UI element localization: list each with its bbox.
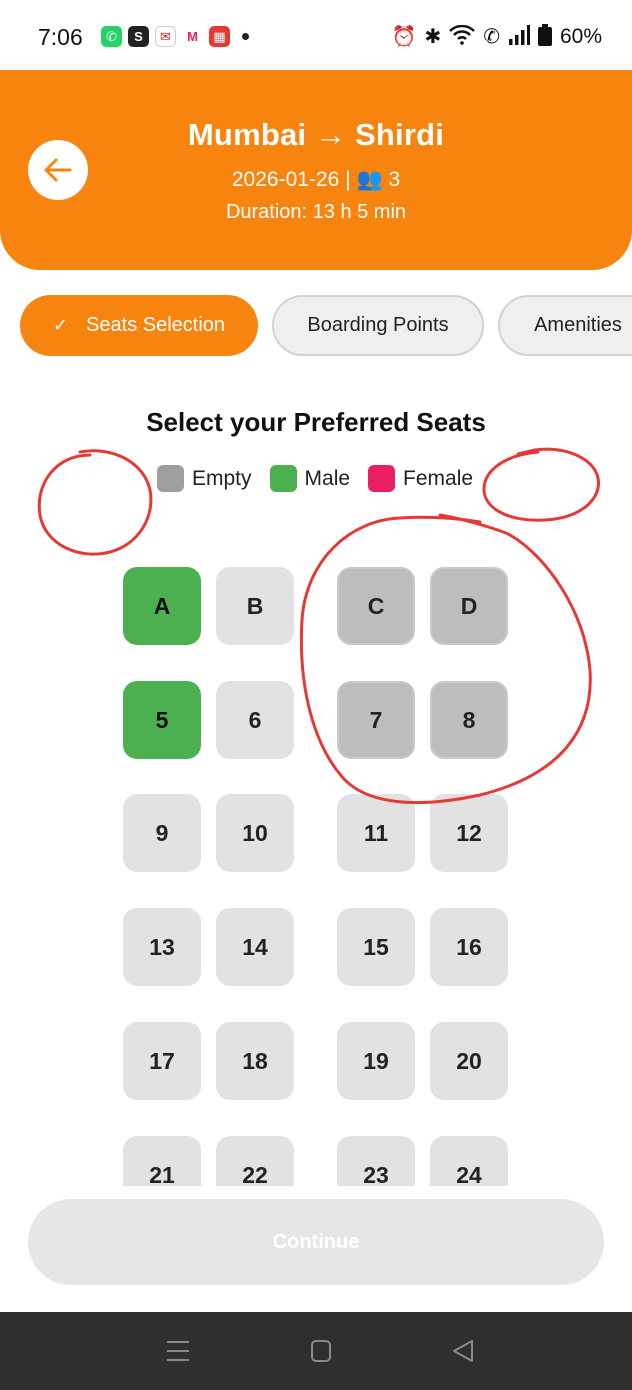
legend-label: Female — [403, 466, 474, 490]
wifi-icon — [449, 24, 476, 49]
s-app-icon: S — [128, 26, 149, 47]
route-title: Mumbai → Shirdi — [187, 117, 445, 152]
annotation-circle-right — [482, 447, 600, 522]
whatsapp-icon: ✆ — [101, 26, 122, 47]
seat[interactable]: B — [216, 567, 294, 645]
legend-item-male: Male — [269, 465, 351, 492]
step-tabs: ✓ Seats Selection Boarding Points Amenit… — [20, 295, 632, 356]
seat[interactable]: 22 — [216, 1136, 294, 1186]
seat[interactable]: 21 — [123, 1136, 201, 1186]
tab-label: Amenities — [534, 314, 622, 336]
seat[interactable]: 13 — [123, 908, 201, 986]
tab-boarding-points[interactable]: Boarding Points — [272, 295, 484, 356]
more-notifications-icon — [242, 33, 249, 40]
tab-label: Seats Selection — [86, 314, 226, 336]
check-icon: ✓ — [52, 315, 69, 335]
trip-date: 2026-01-26 — [231, 168, 340, 191]
seat[interactable]: 23 — [337, 1136, 415, 1186]
recents-menu-icon[interactable] — [163, 1338, 193, 1364]
seat[interactable]: 19 — [337, 1022, 415, 1100]
passengers-icon: 👥 — [356, 168, 383, 191]
tab-label: Boarding Points — [307, 314, 449, 336]
status-bar: 7:06 ✆ S ✉ M ▦ ⏰ ✱ ✆ 60% — [0, 0, 632, 72]
back-triangle-icon[interactable] — [448, 1338, 478, 1364]
legend-label: Empty — [192, 466, 252, 490]
seat-map: A B C D 5 6 7 8 9 10 11 12 13 14 15 16 1… — [0, 560, 632, 1186]
seat[interactable]: D — [430, 567, 508, 645]
legend-swatch-female — [368, 465, 396, 492]
seat[interactable]: 12 — [430, 794, 508, 872]
legend-item-female: Female — [368, 465, 473, 492]
legend-item-empty: Empty — [157, 465, 252, 492]
seat[interactable]: 6 — [216, 681, 294, 759]
seat[interactable]: 24 — [430, 1136, 508, 1186]
trip-duration: Duration: 13 h 5 min — [225, 201, 407, 223]
home-square-icon[interactable] — [306, 1338, 336, 1364]
wifi-calling-icon: ✆ — [483, 26, 500, 48]
notification-icons: ✆ S ✉ M ▦ — [101, 26, 249, 47]
seat[interactable]: 5 — [123, 681, 201, 759]
signal-icon — [508, 25, 530, 49]
seat[interactable]: 16 — [430, 908, 508, 986]
annotation-circle-left — [37, 449, 153, 556]
battery-level: 60% — [559, 25, 602, 48]
seat[interactable]: A — [123, 567, 201, 645]
seat[interactable]: 18 — [216, 1022, 294, 1100]
meta-separator: | — [345, 168, 357, 191]
alarm-icon: ⏰ — [391, 26, 417, 48]
seat[interactable]: 8 — [430, 681, 508, 759]
gmail-like-icon: ✉ — [155, 26, 176, 47]
system-nav-bar — [0, 1312, 632, 1390]
tab-seats-selection[interactable]: ✓ Seats Selection — [20, 295, 258, 356]
seat[interactable]: C — [337, 567, 415, 645]
legend-swatch-empty — [157, 465, 184, 492]
seat-legend: Empty Male Female — [157, 465, 491, 492]
seat[interactable]: 11 — [337, 794, 415, 872]
seat[interactable]: 14 — [216, 908, 294, 986]
legend-label: Male — [304, 466, 351, 490]
seat[interactable]: 9 — [123, 794, 201, 872]
continue-button[interactable]: Continue — [28, 1199, 604, 1285]
trip-meta: 2026-01-26 | 👥 3 — [0, 168, 632, 192]
seat[interactable]: 17 — [123, 1022, 201, 1100]
battery-icon — [537, 24, 552, 50]
seat[interactable]: 15 — [337, 908, 415, 986]
bluetooth-icon: ✱ — [424, 26, 442, 48]
status-time: 7:06 — [38, 24, 83, 50]
seat[interactable]: 7 — [337, 681, 415, 759]
calendar-app-icon: ▦ — [209, 26, 230, 47]
legend-swatch-male — [269, 465, 297, 492]
tab-amenities[interactable]: Amenities — [498, 295, 632, 356]
section-title: Select your Preferred Seats — [146, 407, 486, 437]
passenger-count: 3 — [388, 168, 401, 191]
seat[interactable]: 10 — [216, 794, 294, 872]
trip-header: Mumbai → Shirdi 2026-01-26 | 👥 3 Duratio… — [0, 70, 632, 270]
status-indicators: ⏰ ✱ ✆ 60% — [392, 24, 602, 50]
seat[interactable]: 20 — [430, 1022, 508, 1100]
myntra-icon: M — [182, 26, 203, 47]
